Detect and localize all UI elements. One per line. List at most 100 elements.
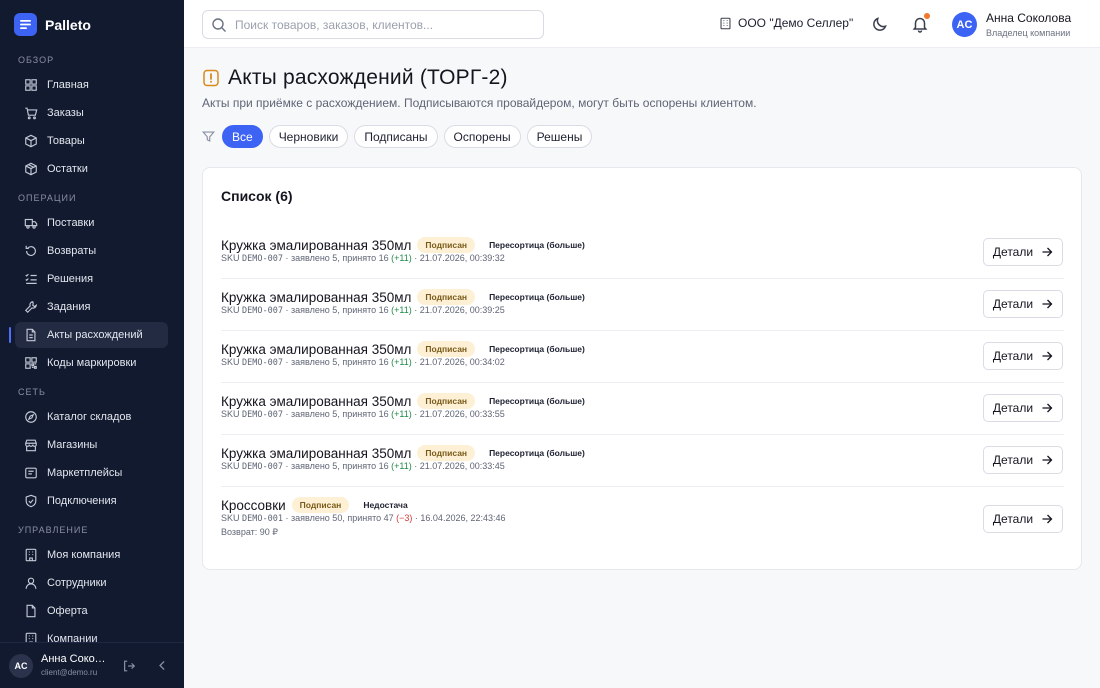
sku-code: DEMO-007 xyxy=(242,462,283,472)
timestamp: · 21.07.2026, 00:39:32 xyxy=(414,253,505,263)
return-icon xyxy=(24,244,38,258)
row-title-line: Кружка эмалированная 350мл Подписан Пере… xyxy=(221,445,593,461)
discrepancy-list-card: Список (6) Кружка эмалированная 350мл По… xyxy=(202,167,1082,570)
user-menu[interactable]: Анна Соколова Владелец компании xyxy=(986,11,1071,38)
sidebar: Palleto ОБЗОР Главная Заказы Товары Остатки О… xyxy=(0,0,184,688)
sidebar-item[interactable]: Поставки xyxy=(15,210,168,236)
sidebar-item[interactable]: Акты расхождений xyxy=(9,322,168,348)
filter-pill[interactable]: Все xyxy=(222,125,263,148)
status-badge: Подписан xyxy=(417,237,476,253)
sidebar-item[interactable]: Моя компания xyxy=(15,542,168,568)
sidebar-item-label: Сотрудники xyxy=(47,577,107,589)
sidebar-item[interactable]: Каталог складов xyxy=(15,404,168,430)
timestamp: · 16.04.2026, 22:43:46 xyxy=(414,513,506,523)
sidebar-item[interactable]: Коды маркировки xyxy=(15,350,168,376)
filter-pill[interactable]: Решены xyxy=(526,125,593,148)
sidebar-item[interactable]: Возвраты xyxy=(15,238,168,264)
sidebar-item[interactable]: Компании xyxy=(15,626,168,642)
list-title: Список (6) xyxy=(221,188,293,204)
sidebar-item[interactable]: Задания xyxy=(15,294,168,320)
sidebar-item-label: Остатки xyxy=(47,163,88,175)
sku-code: DEMO-007 xyxy=(242,254,283,264)
org-name: ООО "Демо Селлер" xyxy=(738,16,854,30)
type-badge: Пересортица (больше) xyxy=(489,448,585,458)
arrow-right-icon xyxy=(1042,514,1053,524)
filter-pill[interactable]: Подписаны xyxy=(354,125,438,148)
compass-icon xyxy=(24,410,38,424)
sidebar-item-label: Магазины xyxy=(47,439,98,451)
sidebar-item[interactable]: Магазины xyxy=(15,432,168,458)
details-button[interactable]: Детали xyxy=(983,290,1063,318)
quantity-text: · заявлено 5, принято 16 xyxy=(285,461,389,471)
item-name: Кружка эмалированная 350мл xyxy=(221,445,412,461)
sidebar-item-label: Товары xyxy=(47,135,85,147)
quantity-text: · заявлено 5, принято 16 xyxy=(285,409,389,419)
sidebar-section-title: ОПЕРАЦИИ xyxy=(18,193,77,203)
filter-pill[interactable]: Черновики xyxy=(268,125,349,148)
row-details-line: SKU DEMO-007 · заявлено 5, принято 16 (+… xyxy=(221,461,505,472)
sku-code: DEMO-007 xyxy=(242,410,283,420)
sidebar-item[interactable]: Товары xyxy=(15,128,168,154)
avatar[interactable]: AC xyxy=(952,12,977,37)
arrow-right-icon xyxy=(1042,299,1053,309)
filter-icon xyxy=(202,131,215,142)
org-switcher[interactable]: ООО "Демо Селлер" xyxy=(719,16,853,30)
type-badge: Пересортица (больше) xyxy=(489,344,585,354)
sidebar-item-label: Решения xyxy=(47,273,94,285)
sidebar-item-label: Главная xyxy=(47,79,89,91)
sidebar-section-title: СЕТЬ xyxy=(18,387,46,397)
sidebar-item[interactable]: Подключения xyxy=(15,488,168,514)
details-button[interactable]: Детали xyxy=(983,238,1063,266)
building-icon xyxy=(24,632,38,642)
sidebar-item[interactable]: Остатки xyxy=(15,156,168,182)
list-check-icon xyxy=(24,272,38,286)
sku-code: DEMO-001 xyxy=(242,514,283,524)
sidebar-footer: AC Анна Соколова client@demo.ru xyxy=(0,642,184,688)
sku-code: DEMO-007 xyxy=(242,358,283,368)
row-details-line: SKU DEMO-007 · заявлено 5, принято 16 (+… xyxy=(221,253,505,264)
details-button[interactable]: Детали xyxy=(983,505,1063,533)
avatar[interactable]: AC xyxy=(9,654,33,678)
details-label: Детали xyxy=(992,401,1034,415)
document-icon xyxy=(24,328,38,342)
sidebar-nav[interactable]: ОБЗОР Главная Заказы Товары Остатки ОПЕРАЦИИ П… xyxy=(0,48,184,642)
sidebar-item[interactable]: Сотрудники xyxy=(15,570,168,596)
sidebar-item[interactable]: Главная xyxy=(15,72,168,98)
search-box[interactable] xyxy=(202,10,544,39)
chevron-left-icon[interactable] xyxy=(156,659,169,672)
arrow-right-icon xyxy=(1042,247,1053,257)
sidebar-section-title: УПРАВЛЕНИЕ xyxy=(18,525,89,535)
page-header: Акты расхождений (ТОРГ-2) Акты при приём… xyxy=(202,66,757,110)
search-icon xyxy=(212,17,226,32)
row-details-line: SKU DEMO-007 · заявлено 5, принято 16 (+… xyxy=(221,357,505,368)
details-button[interactable]: Детали xyxy=(983,394,1063,422)
box-icon xyxy=(24,134,38,148)
moon-icon[interactable] xyxy=(871,15,889,33)
details-button[interactable]: Детали xyxy=(983,342,1063,370)
table-row: Кроссовки Подписан Недостача SKU DEMO-00… xyxy=(221,497,1064,545)
row-title-line: Кружка эмалированная 350мл Подписан Пере… xyxy=(221,393,593,409)
search-input[interactable] xyxy=(235,17,535,32)
page-subtitle: Акты при приёмке с расхождением. Подписы… xyxy=(202,96,757,110)
quantity-text: · заявлено 5, принято 16 xyxy=(285,253,389,263)
sku-label: SKU xyxy=(221,461,240,471)
sidebar-item[interactable]: Заказы xyxy=(15,100,168,126)
sidebar-item[interactable]: Маркетплейсы xyxy=(15,460,168,486)
brand[interactable]: Palleto xyxy=(14,13,91,36)
details-label: Детали xyxy=(992,297,1034,311)
sku-code: DEMO-007 xyxy=(242,306,283,316)
arrow-right-icon xyxy=(1042,455,1053,465)
logout-icon[interactable] xyxy=(122,659,136,673)
table-row: Кружка эмалированная 350мл Подписан Пере… xyxy=(221,393,1064,435)
package-icon xyxy=(24,162,38,176)
item-name: Кружка эмалированная 350мл xyxy=(221,237,412,253)
type-badge: Недостача xyxy=(363,500,408,510)
filter-pill[interactable]: Оспорены xyxy=(443,125,521,148)
truck-icon xyxy=(24,216,38,230)
quantity-text: · заявлено 5, принято 16 xyxy=(285,305,389,315)
sidebar-item[interactable]: Оферта xyxy=(15,598,168,624)
brand-name: Palleto xyxy=(45,16,91,33)
details-button[interactable]: Детали xyxy=(983,446,1063,474)
sidebar-item[interactable]: Решения xyxy=(15,266,168,292)
refund-text: Возврат: 90 ₽ xyxy=(221,527,278,537)
